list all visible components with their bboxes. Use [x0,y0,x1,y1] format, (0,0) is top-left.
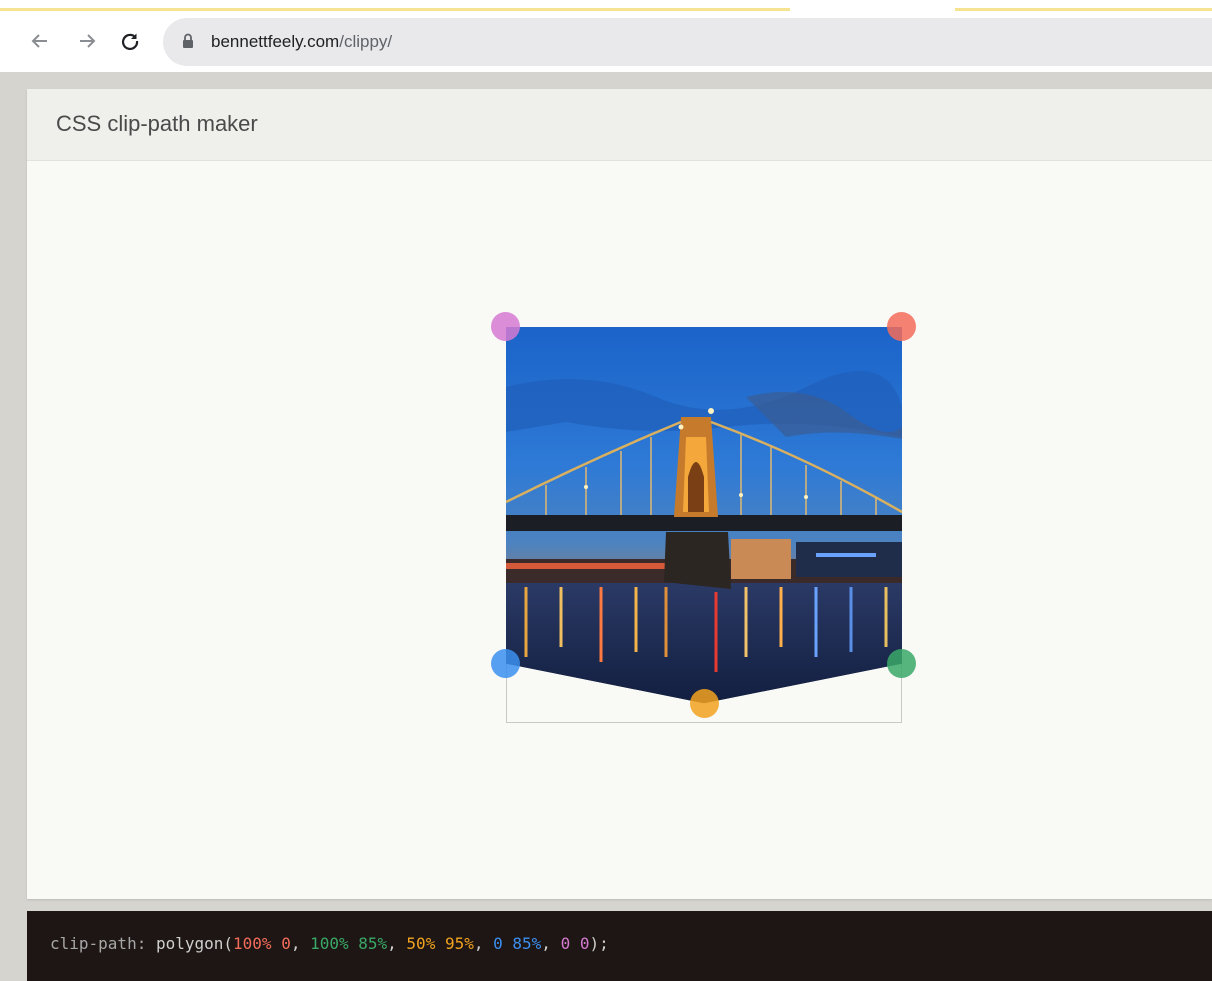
browser-toolbar: bennettfeely.com/clippy/ [0,14,1212,72]
point-1-value: 100% 0 [233,934,291,953]
tab-highlight [0,8,790,11]
code-line[interactable]: clip-path: polygon(100% 0, 100% 85%, 50%… [50,934,609,953]
point-3-value: 50% 95% [406,934,474,953]
handle-top-left[interactable] [491,312,520,341]
handle-top-right[interactable] [887,312,916,341]
card-header: CSS clip-path maker [27,89,1212,161]
handle-bottom-center[interactable] [690,689,719,718]
url-text[interactable]: bennettfeely.com/clippy/ [211,32,392,52]
lock-icon[interactable] [182,33,194,49]
tab-highlight [955,8,1212,11]
separator: , [387,934,407,953]
editor-card: CSS clip-path maker [27,89,1212,899]
reload-icon [121,33,139,50]
point-2-value: 100% 85% [310,934,388,953]
back-button[interactable] [25,26,55,56]
reload-button[interactable] [115,26,145,56]
polygon-function-open: polygon( [155,934,234,953]
clip-path-code-output[interactable]: clip-path: polygon(100% 0, 100% 85%, 50%… [27,911,1212,981]
forward-arrow-icon [80,34,96,48]
separator: , [473,934,494,953]
tab-strip [0,0,1212,14]
separator: , [290,934,311,953]
url-path: /clippy/ [339,32,393,51]
url-domain: bennettfeely.com [211,32,340,51]
handle-bottom-right[interactable] [887,649,916,678]
point-5-value: 0 0 [560,934,590,953]
forward-button[interactable] [72,26,102,56]
polygon-function-close: ); [589,934,609,953]
clipped-bridge-photo [506,327,902,704]
clip-editor-stage[interactable] [491,312,916,723]
address-bar[interactable]: bennettfeely.com/clippy/ [163,18,1212,66]
back-arrow-icon [31,34,47,48]
page-title: CSS clip-path maker [56,111,258,136]
separator: , [541,934,561,953]
handle-bottom-left[interactable] [491,649,520,678]
point-4-value: 0 85% [493,934,542,953]
page-content: CSS clip-path maker clip-path: polygon(1… [10,72,1212,981]
css-property: clip-path: [50,934,147,953]
